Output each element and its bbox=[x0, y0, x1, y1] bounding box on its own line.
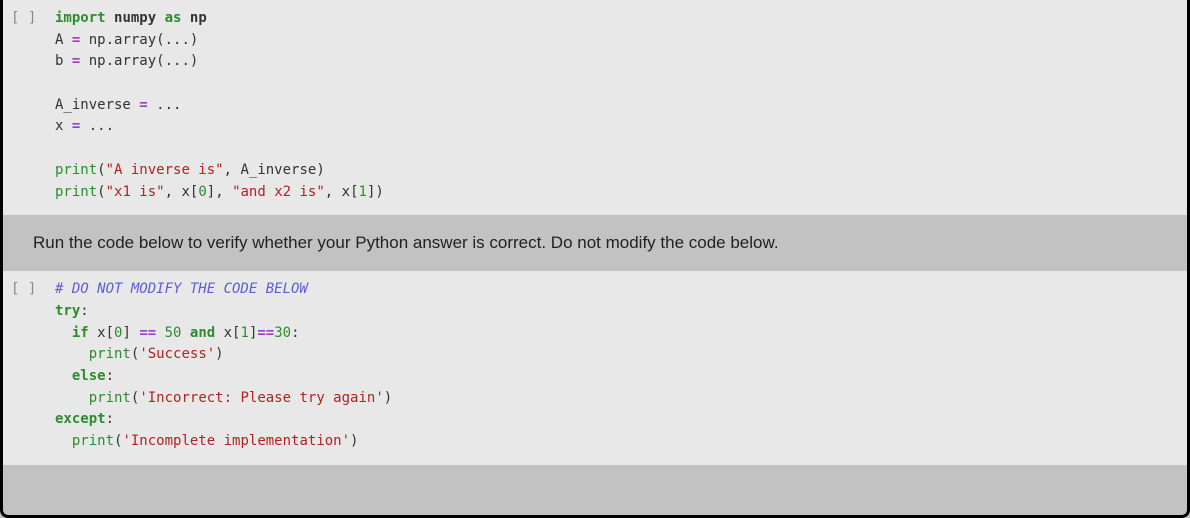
string-literal: 'Success' bbox=[139, 346, 215, 362]
code-part: x[ bbox=[89, 325, 114, 341]
code-part: x[ bbox=[215, 325, 240, 341]
code-part: , x[ bbox=[325, 184, 359, 200]
num-literal: 1 bbox=[241, 325, 249, 341]
paren-close: ) bbox=[215, 346, 223, 362]
op-eqeq: == bbox=[257, 325, 274, 341]
code-part: ] bbox=[122, 325, 139, 341]
notebook: [ ] import numpy as np A = np.array(...)… bbox=[3, 0, 1187, 465]
keyword-and: and bbox=[190, 325, 215, 341]
string-literal: "and x2 is" bbox=[232, 184, 325, 200]
keyword-as: as bbox=[165, 10, 182, 26]
var-x: x bbox=[55, 118, 72, 134]
string-literal: 'Incorrect: Please try again' bbox=[139, 390, 383, 406]
code-part: , x[ bbox=[165, 184, 199, 200]
expr-b: np.array(...) bbox=[80, 53, 198, 69]
string-literal: 'Incomplete implementation' bbox=[122, 433, 350, 449]
code-editor-2[interactable]: # DO NOT MODIFY THE CODE BELOW try: if x… bbox=[55, 277, 1179, 459]
paren-close: ) bbox=[350, 433, 358, 449]
keyword-try: try bbox=[55, 303, 80, 319]
paren-open: ( bbox=[97, 162, 105, 178]
paren-close: ) bbox=[384, 390, 392, 406]
builtin-print: print bbox=[72, 433, 114, 449]
comment: # DO NOT MODIFY THE CODE BELOW bbox=[55, 281, 308, 297]
keyword-except: except bbox=[55, 411, 106, 427]
op-assign: = bbox=[139, 97, 147, 113]
builtin-print: print bbox=[55, 184, 97, 200]
var-A: A bbox=[55, 32, 72, 48]
space bbox=[156, 325, 164, 341]
num-literal: 1 bbox=[359, 184, 367, 200]
var-Ainv: A_inverse bbox=[55, 97, 139, 113]
cell-prompt-2[interactable]: [ ] bbox=[11, 277, 55, 459]
module-numpy: numpy bbox=[114, 10, 156, 26]
space bbox=[181, 325, 189, 341]
string-literal: "x1 is" bbox=[106, 184, 165, 200]
keyword-else: else bbox=[72, 368, 106, 384]
code-cell-1[interactable]: [ ] import numpy as np A = np.array(...)… bbox=[3, 0, 1187, 215]
num-literal: 50 bbox=[165, 325, 182, 341]
cell-prompt-1[interactable]: [ ] bbox=[11, 6, 55, 209]
var-b: b bbox=[55, 53, 72, 69]
num-literal: 0 bbox=[198, 184, 206, 200]
num-literal: 30 bbox=[274, 325, 291, 341]
colon: : bbox=[106, 368, 114, 384]
keyword-import: import bbox=[55, 10, 106, 26]
colon: : bbox=[291, 325, 299, 341]
builtin-print: print bbox=[89, 390, 131, 406]
alias-np: np bbox=[190, 10, 207, 26]
string-literal: "A inverse is" bbox=[106, 162, 224, 178]
colon: : bbox=[80, 303, 88, 319]
arg-rest: , A_inverse) bbox=[224, 162, 325, 178]
expr-A: np.array(...) bbox=[80, 32, 198, 48]
colon: : bbox=[106, 411, 114, 427]
code-cell-2[interactable]: [ ] # DO NOT MODIFY THE CODE BELOW try: … bbox=[3, 271, 1187, 465]
keyword-if: if bbox=[72, 325, 89, 341]
markdown-text: Run the code below to verify whether you… bbox=[33, 233, 779, 252]
op-eqeq: == bbox=[139, 325, 156, 341]
paren-open: ( bbox=[97, 184, 105, 200]
code-part: ]) bbox=[367, 184, 384, 200]
builtin-print: print bbox=[89, 346, 131, 362]
builtin-print: print bbox=[55, 162, 97, 178]
code-part: ], bbox=[207, 184, 232, 200]
code-editor-1[interactable]: import numpy as np A = np.array(...) b =… bbox=[55, 6, 1179, 209]
expr-Ainv: ... bbox=[148, 97, 182, 113]
expr-x: ... bbox=[80, 118, 114, 134]
markdown-cell[interactable]: Run the code below to verify whether you… bbox=[3, 215, 1187, 271]
